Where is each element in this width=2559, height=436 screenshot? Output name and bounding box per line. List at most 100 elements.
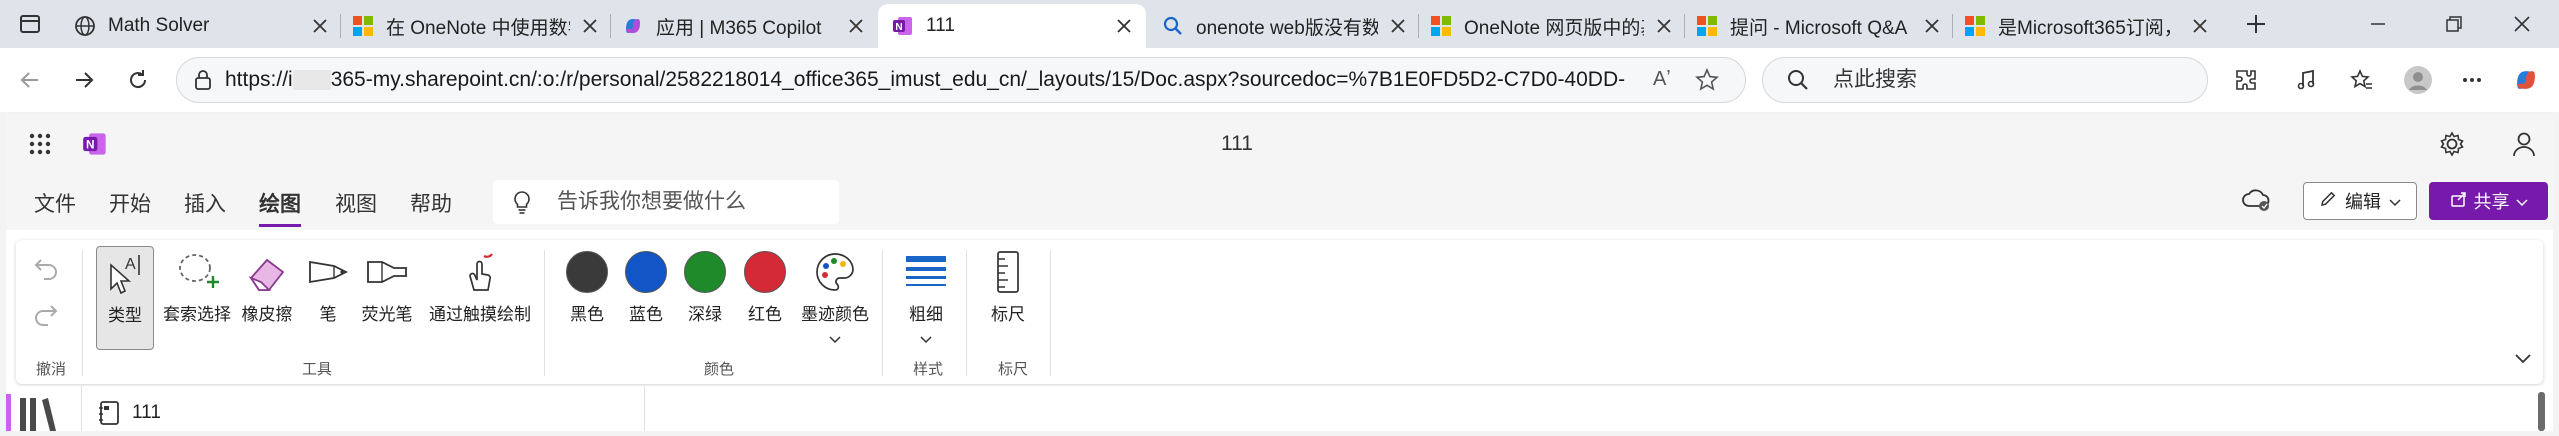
minimize-icon[interactable] — [2342, 0, 2414, 48]
color-black-label: 黑色 — [570, 305, 604, 324]
tab-title: Math Solver — [108, 15, 210, 36]
document-title[interactable]: 111 — [1221, 132, 1253, 156]
color-swatch-black — [566, 251, 608, 293]
close-tab-icon[interactable] — [578, 14, 602, 38]
color-red-button[interactable]: 红色 — [740, 248, 790, 325]
more-options-icon[interactable] — [2450, 58, 2494, 102]
tab-111-onenote[interactable]: N 111 — [878, 4, 1146, 48]
browser-tab-strip: Math Solver 在 OneNote 中使用数学 应用 | M365 Co… — [0, 0, 2559, 48]
cloud-sync-icon[interactable] — [2241, 186, 2271, 219]
close-window-icon[interactable] — [2486, 0, 2558, 48]
undo-icon[interactable] — [32, 254, 60, 287]
chevron-down-icon — [829, 329, 841, 349]
group-label-tools: 工具 — [302, 361, 333, 378]
highlighter-button[interactable]: 荧光笔 — [352, 248, 422, 325]
color-red-label: 红色 — [748, 305, 782, 324]
lasso-select-label: 套索选择 — [163, 305, 231, 324]
tab-title: 提问 - Microsoft Q&A — [1730, 17, 1908, 39]
thickness-button[interactable]: 粗细 — [894, 248, 958, 349]
collapse-ribbon-chevron-icon[interactable] — [2514, 352, 2532, 370]
color-darkgreen-button[interactable]: 深绿 — [680, 248, 730, 325]
tab-onenote-math[interactable]: 在 OneNote 中使用数学 — [338, 4, 612, 48]
tab-m365-copilot[interactable]: 应用 | M365 Copilot — [608, 4, 878, 48]
tab-microsoft-qa[interactable]: 提问 - Microsoft Q&A — [1682, 4, 1954, 48]
touch-draw-icon — [458, 248, 502, 296]
notebooks-library-icon[interactable] — [6, 386, 81, 431]
group-divider — [1050, 250, 1051, 376]
search-placeholder: 点此搜索 — [1833, 68, 1917, 91]
edit-mode-button[interactable]: 编辑 — [2303, 182, 2417, 220]
draw-with-touch-button[interactable]: 通过触摸绘制 — [424, 248, 536, 325]
url-text[interactable]: https://i 365-my.sharepoint.cn/:o:/r/pers… — [225, 58, 1625, 102]
workspaces-icon[interactable] — [10, 4, 50, 44]
group-label-style: 样式 — [913, 361, 944, 378]
group-divider — [966, 250, 967, 376]
lock-icon[interactable] — [193, 69, 213, 96]
notebook-page-name[interactable]: 111 — [132, 402, 161, 424]
tell-me-search[interactable]: 告诉我你想要做什么 — [493, 180, 839, 224]
media-control-icon[interactable] — [2284, 58, 2328, 102]
menu-home[interactable]: 开始 — [109, 188, 151, 224]
new-tab-plus-icon[interactable] — [2234, 2, 2278, 46]
color-blue-button[interactable]: 蓝色 — [621, 248, 671, 325]
menu-help[interactable]: 帮助 — [410, 188, 452, 224]
search-field[interactable]: 点此搜索 — [1762, 57, 2208, 103]
url-prefix: https://i — [225, 68, 293, 91]
ruler-icon — [992, 248, 1024, 296]
forward-arrow-icon[interactable] — [62, 58, 106, 102]
settings-gear-icon[interactable] — [2438, 130, 2466, 163]
redo-icon[interactable] — [32, 300, 60, 333]
tab-onenote-basics[interactable]: OneNote 网页版中的基本 — [1416, 4, 1686, 48]
refresh-icon[interactable] — [116, 58, 160, 102]
favorites-bar-icon[interactable] — [2340, 58, 2384, 102]
close-tab-icon[interactable] — [1920, 14, 1944, 38]
tab-title: 是Microsoft365订阅， — [1998, 17, 2180, 39]
menu-view[interactable]: 视图 — [335, 188, 377, 224]
profile-avatar[interactable] — [2396, 58, 2440, 102]
close-tab-icon[interactable] — [1652, 14, 1676, 38]
close-tab-icon[interactable] — [844, 14, 868, 38]
close-tab-icon[interactable] — [308, 14, 332, 38]
close-tab-icon[interactable] — [1112, 14, 1136, 38]
group-label-colors: 颜色 — [704, 361, 735, 378]
app-launcher-icon[interactable] — [28, 132, 52, 161]
type-select-button[interactable]: A 类型 — [96, 246, 154, 350]
microsoft-logo-icon — [352, 15, 374, 37]
lasso-select-button[interactable]: 套索选择 — [162, 248, 232, 325]
restore-icon[interactable] — [2418, 0, 2490, 48]
menu-insert[interactable]: 插入 — [184, 188, 226, 224]
tab-math-solver[interactable]: Math Solver — [60, 4, 342, 48]
tab-onenote-web-search[interactable]: onenote web版没有数学 — [1148, 4, 1420, 48]
menu-file[interactable]: 文件 — [34, 188, 76, 224]
back-arrow-icon[interactable] — [8, 58, 52, 102]
svg-text:A: A — [125, 256, 136, 273]
read-aloud-icon[interactable]: Aʼ — [1653, 68, 1671, 91]
line-thickness-icon — [904, 248, 948, 296]
tab-title: 111 — [926, 15, 955, 36]
group-divider — [544, 250, 545, 376]
extensions-icon[interactable] — [2224, 58, 2268, 102]
group-label-ruler: 标尺 — [998, 361, 1029, 378]
address-bar[interactable]: https://i 365-my.sharepoint.cn/:o:/r/pers… — [176, 57, 1746, 103]
color-black-button[interactable]: 黑色 — [562, 248, 612, 325]
globe-icon — [74, 15, 96, 37]
copilot-icon[interactable] — [2504, 58, 2548, 102]
vertical-scrollbar[interactable] — [2538, 392, 2545, 431]
favorite-star-icon[interactable] — [1695, 68, 1719, 97]
close-tab-icon[interactable] — [1386, 14, 1410, 38]
share-label: 共享 — [2473, 192, 2510, 212]
highlighter-label: 荧光笔 — [361, 305, 413, 324]
tab-m365-subscription[interactable]: 是Microsoft365订阅， — [1950, 4, 2222, 48]
share-button[interactable]: 共享 — [2429, 182, 2548, 220]
edit-label: 编辑 — [2345, 192, 2381, 212]
color-darkgreen-label: 深绿 — [688, 305, 722, 324]
eraser-button[interactable]: 橡皮擦 — [238, 248, 296, 325]
account-person-icon[interactable] — [2510, 130, 2538, 163]
app-header: N 111 — [6, 114, 2553, 174]
close-tab-icon[interactable] — [2188, 14, 2212, 38]
menu-draw[interactable]: 绘图 — [259, 188, 301, 227]
pen-button[interactable]: 笔 — [304, 248, 352, 325]
ruler-button[interactable]: 标尺 — [978, 248, 1038, 325]
chevron-down-icon — [2389, 191, 2401, 212]
ink-color-button[interactable]: 墨迹颜色 — [796, 248, 874, 349]
